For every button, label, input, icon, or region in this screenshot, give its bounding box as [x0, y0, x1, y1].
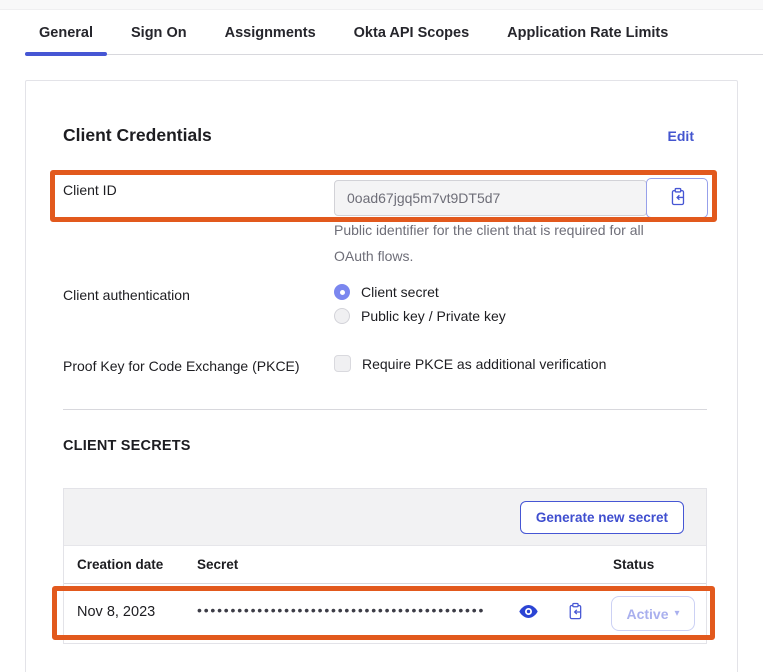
tab-application-rate-limits[interactable]: Application Rate Limits — [493, 11, 682, 55]
column-header-creation-date: Creation date — [77, 557, 163, 572]
eye-icon — [519, 606, 538, 621]
public-private-key-radio-label: Public key / Private key — [361, 308, 506, 324]
clipboard-copy-icon — [668, 187, 687, 210]
client-id-input[interactable] — [334, 180, 647, 216]
client-authentication-label: Client authentication — [63, 287, 190, 303]
pkce-label: Proof Key for Code Exchange (PKCE) — [63, 358, 300, 374]
copy-client-id-button[interactable] — [646, 178, 708, 218]
section-divider — [63, 409, 707, 410]
clipboard-copy-icon — [566, 609, 584, 624]
client-id-help-text: Public identifier for the client that is… — [334, 217, 684, 269]
secret-table-row: Nov 8, 2023 ••••••••••••••••••••••••••••… — [64, 584, 706, 643]
reveal-secret-button[interactable] — [519, 605, 538, 618]
client-secret-radio[interactable] — [334, 284, 350, 300]
pkce-checkbox[interactable] — [334, 355, 351, 372]
top-strip — [0, 0, 763, 10]
edit-link[interactable]: Edit — [668, 128, 694, 144]
public-private-key-radio[interactable] — [334, 308, 350, 324]
generate-new-secret-button[interactable]: Generate new secret — [520, 501, 684, 534]
pkce-option: Require PKCE as additional verification — [334, 355, 606, 372]
client-authentication-options: Client secret Public key / Private key — [334, 284, 506, 324]
tab-general[interactable]: General — [25, 11, 107, 55]
option-public-private-key: Public key / Private key — [334, 308, 506, 324]
secret-creation-date: Nov 8, 2023 — [77, 604, 155, 620]
column-header-status: Status — [613, 557, 654, 572]
section-title-client-credentials: Client Credentials — [63, 125, 212, 146]
copy-secret-button[interactable] — [566, 602, 584, 621]
client-secret-radio-label: Client secret — [361, 284, 439, 300]
chevron-down-icon: ▾ — [675, 608, 680, 619]
client-id-label: Client ID — [63, 182, 117, 198]
tab-sign-on[interactable]: Sign On — [117, 11, 201, 55]
secret-status-dropdown[interactable]: Active ▾ — [611, 596, 695, 631]
status-label: Active — [626, 606, 668, 622]
tab-assignments[interactable]: Assignments — [211, 11, 330, 55]
option-client-secret: Client secret — [334, 284, 506, 300]
client-secrets-heading: CLIENT SECRETS — [63, 438, 191, 454]
tab-okta-api-scopes[interactable]: Okta API Scopes — [340, 11, 484, 55]
pkce-checkbox-label: Require PKCE as additional verification — [362, 356, 606, 372]
app-tab-bar: General Sign On Assignments Okta API Sco… — [25, 11, 763, 55]
secrets-table-toolbar: Generate new secret — [64, 489, 706, 546]
column-header-secret: Secret — [197, 557, 238, 572]
secrets-table-header: Creation date Secret Status — [64, 546, 706, 584]
okta-app-settings-page: General Sign On Assignments Okta API Sco… — [0, 0, 763, 672]
client-secrets-table: Generate new secret Creation date Secret… — [63, 488, 707, 644]
client-credentials-card: Client Credentials Edit Client ID Public… — [25, 80, 738, 672]
secret-masked-value: ••••••••••••••••••••••••••••••••••••••••… — [197, 602, 485, 618]
